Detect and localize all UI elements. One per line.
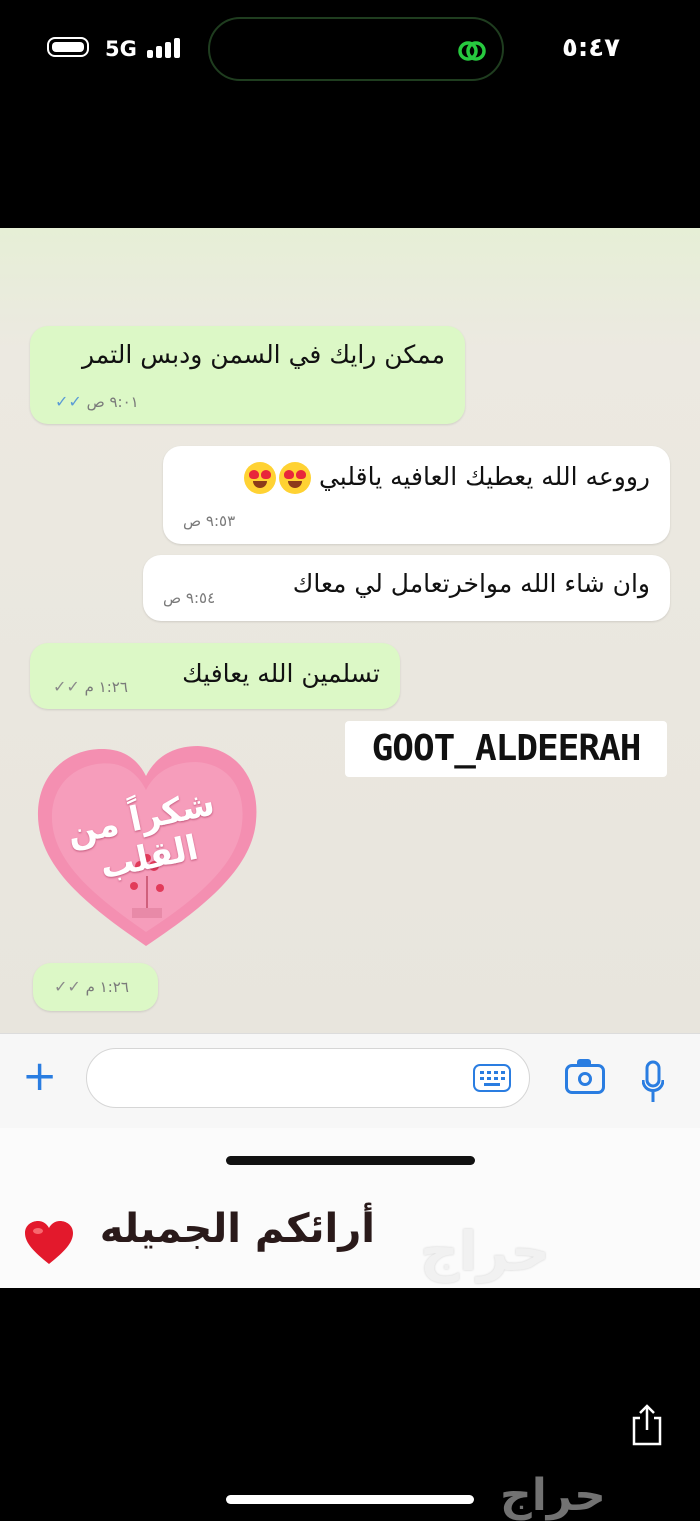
sticker-time-badge: ١:٢٦ م ✓✓ <box>33 963 158 1011</box>
message-time: ١:٢٦ م ✓✓ <box>54 977 129 996</box>
message-bubble[interactable]: رووعه الله يعطيك العافيه ياقلبي ٩:٥٣ ص <box>163 446 670 544</box>
chat-screenshot: ممكن رايك في السمن ودبس التمر ٩:٠١ ص ✓✓ … <box>0 228 700 1288</box>
message-input[interactable] <box>86 1048 530 1108</box>
signal-icon <box>147 38 187 58</box>
microphone-icon[interactable] <box>642 1060 664 1104</box>
island-app-icon <box>458 41 486 61</box>
message-bubble[interactable]: تسلمين الله يعافيك ١:٢٦ م ✓✓ <box>30 643 400 709</box>
battery-icon <box>47 37 89 57</box>
message-text: ممكن رايك في السمن ودبس التمر <box>82 340 445 369</box>
camera-icon[interactable] <box>565 1059 605 1094</box>
read-ticks-icon: ✓✓ <box>55 392 82 411</box>
heart-eyes-emoji <box>244 462 277 494</box>
message-bubble[interactable]: وان شاء الله مواخرتعامل لي معاك ٩:٥٤ ص <box>143 555 670 621</box>
dynamic-island[interactable] <box>208 17 504 81</box>
message-time: ٩:٥٣ ص <box>183 512 236 530</box>
clock: ٥:٤٧ <box>561 33 620 63</box>
haraj-watermark: حراج <box>420 1220 550 1283</box>
status-bar: 5G ٥:٤٧ <box>0 0 700 95</box>
message-time: ١:٢٦ م ✓✓ <box>53 677 128 696</box>
message-text: تسلمين الله يعافيك <box>182 659 380 688</box>
heart-eyes-emoji <box>279 462 312 494</box>
message-text: وان شاء الله مواخرتعامل لي معاك <box>292 569 650 598</box>
delivered-ticks-icon: ✓✓ <box>54 977 81 996</box>
haraj-watermark: حراج <box>500 1470 606 1521</box>
message-time: ٩:٠١ ص ✓✓ <box>55 392 139 411</box>
keyboard-icon[interactable] <box>473 1064 511 1092</box>
heart-icon <box>25 1221 73 1264</box>
message-time: ٩:٥٤ ص <box>163 589 216 607</box>
message-input-bar: + <box>0 1033 700 1129</box>
delivered-ticks-icon: ✓✓ <box>53 677 80 696</box>
share-icon[interactable] <box>630 1404 664 1446</box>
message-bubble[interactable]: ممكن رايك في السمن ودبس التمر ٩:٠١ ص ✓✓ <box>30 326 465 424</box>
plus-icon[interactable]: + <box>22 1055 57 1097</box>
message-text: رووعه الله يعطيك العافيه ياقلبي <box>241 462 650 494</box>
network-type: 5G <box>105 37 137 61</box>
username-tag: GOOT_ALDEERAH <box>345 721 667 777</box>
caption-text: أرائكم الجميله <box>99 1206 375 1252</box>
home-indicator <box>226 1495 474 1504</box>
caption-area: أرائكم الجميله حراج <box>0 1128 700 1288</box>
home-indicator <box>226 1156 475 1165</box>
